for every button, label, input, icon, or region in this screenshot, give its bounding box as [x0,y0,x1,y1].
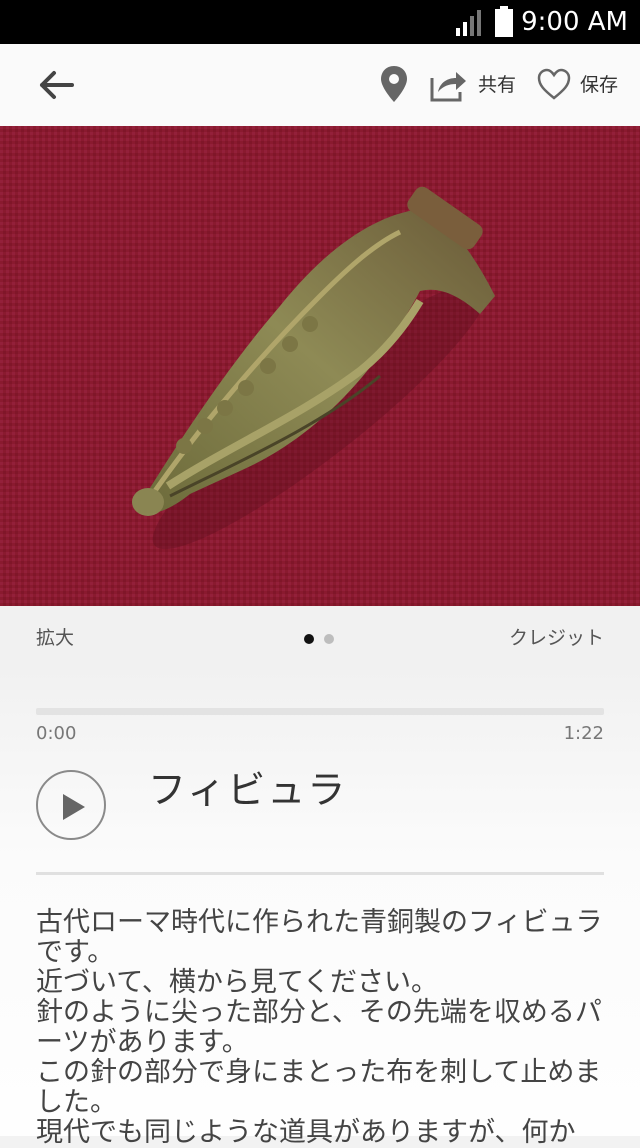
arrow-left-icon [32,71,82,110]
description-paragraph: この針の部分で身にまとった布を刺して止めました。 [36,1057,602,1118]
content-panel: 0:00 1:22 フィビュラ 古代ローマ時代に作られた青銅製のフィビュラです。… [0,670,640,1148]
divider [36,872,604,875]
audio-end-time: 1:22 [563,723,604,744]
battery-icon [494,6,514,42]
save-button[interactable]: 保存 [536,62,632,108]
back-button[interactable] [32,64,82,106]
map-pin-icon [374,66,414,112]
gallery-controls: 拡大 クレジット [0,606,640,670]
description-paragraph: 針のように尖った部分と、その先端を収めるパーツがあります。 [36,997,602,1058]
signal-icon [456,8,486,40]
play-button[interactable] [36,770,106,840]
heart-icon [536,68,572,112]
save-label: 保存 [580,74,619,96]
description-paragraph: 古代ローマ時代に作られた青銅製のフィビュラです。 [36,907,603,968]
description-paragraph: 近づいて、横から見てください。 [36,967,439,998]
play-icon [63,794,85,820]
zoom-button[interactable]: 拡大 [36,626,74,650]
share-icon [428,72,468,112]
audio-progress-bar[interactable] [36,708,604,715]
app-bar: 共有 保存 [0,44,640,127]
pager-dot-1[interactable] [304,634,314,644]
status-time: 9:00 AM [521,7,628,37]
status-bar: 9:00 AM [0,0,640,44]
page-title: フィビュラ [148,768,348,812]
credit-button[interactable]: クレジット [509,626,604,650]
share-label: 共有 [478,74,517,96]
audio-start-time: 0:00 [36,723,77,744]
artifact-image[interactable] [0,126,640,606]
description-paragraph: 現代でも同じような道具がありますが、何か [36,1117,576,1148]
pager-dot-2[interactable] [324,634,334,644]
share-button[interactable]: 共有 [428,62,528,108]
location-button[interactable] [374,62,414,108]
description: 古代ローマ時代に作られた青銅製のフィビュラです。 近づいて、横から見てください。… [36,908,604,1148]
